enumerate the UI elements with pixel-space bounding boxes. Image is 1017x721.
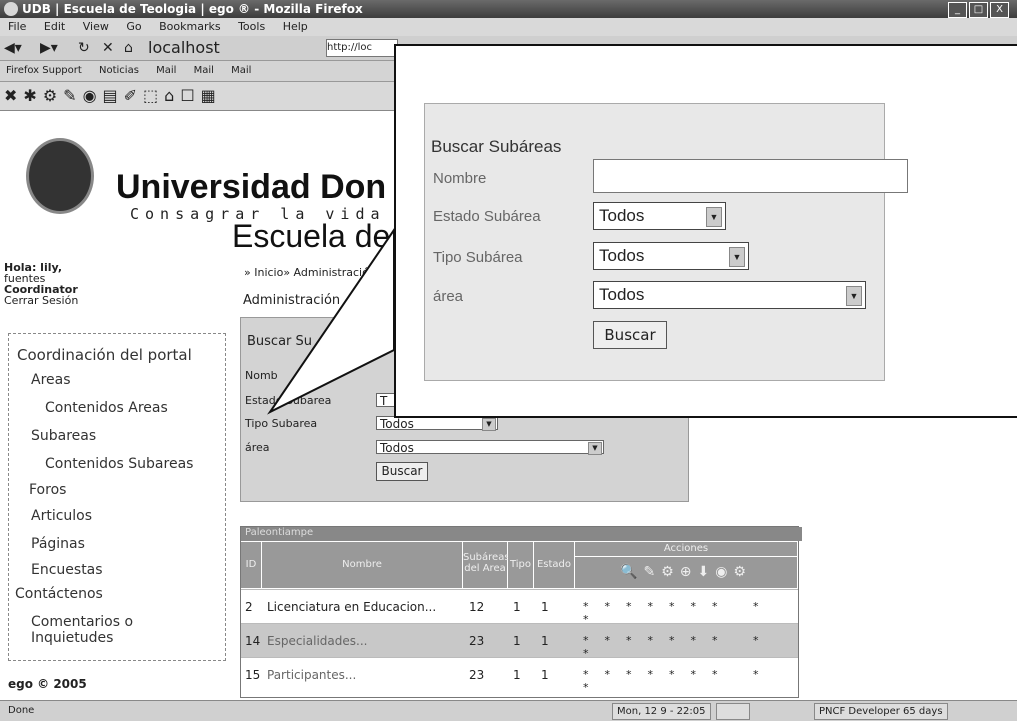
status-security-icon[interactable] bbox=[716, 703, 750, 720]
status-text: Done bbox=[8, 705, 35, 716]
estado-select-value: Todos bbox=[599, 206, 645, 225]
name-label: Nombre bbox=[433, 170, 487, 187]
tipo-select[interactable]: Todos ▼ bbox=[593, 242, 749, 270]
tipo-label: Tipo Subárea bbox=[433, 249, 523, 266]
search-title: Buscar Subáreas bbox=[431, 137, 562, 156]
chevron-down-icon: ▼ bbox=[706, 207, 722, 227]
chevron-down-icon: ▼ bbox=[846, 286, 862, 306]
area-label: área bbox=[433, 288, 464, 305]
estado-label: Estado Subárea bbox=[433, 208, 541, 225]
status-date: Mon, 12 9 - 22:05 bbox=[612, 703, 711, 720]
status-bar: Done Mon, 12 9 - 22:05 PNCF Developer 65… bbox=[0, 700, 1017, 721]
area-select-value: Todos bbox=[599, 285, 645, 304]
search-panel-zoomed: Buscar Subáreas Nombre Estado Subárea To… bbox=[424, 103, 908, 381]
status-extra: PNCF Developer 65 days bbox=[814, 703, 948, 720]
name-input[interactable] bbox=[593, 159, 908, 193]
chevron-down-icon: ▼ bbox=[729, 247, 745, 267]
tipo-select-value: Todos bbox=[599, 246, 645, 265]
search-button[interactable]: Buscar bbox=[593, 321, 667, 349]
area-select[interactable]: Todos ▼ bbox=[593, 281, 866, 309]
estado-select[interactable]: Todos ▼ bbox=[593, 202, 726, 230]
